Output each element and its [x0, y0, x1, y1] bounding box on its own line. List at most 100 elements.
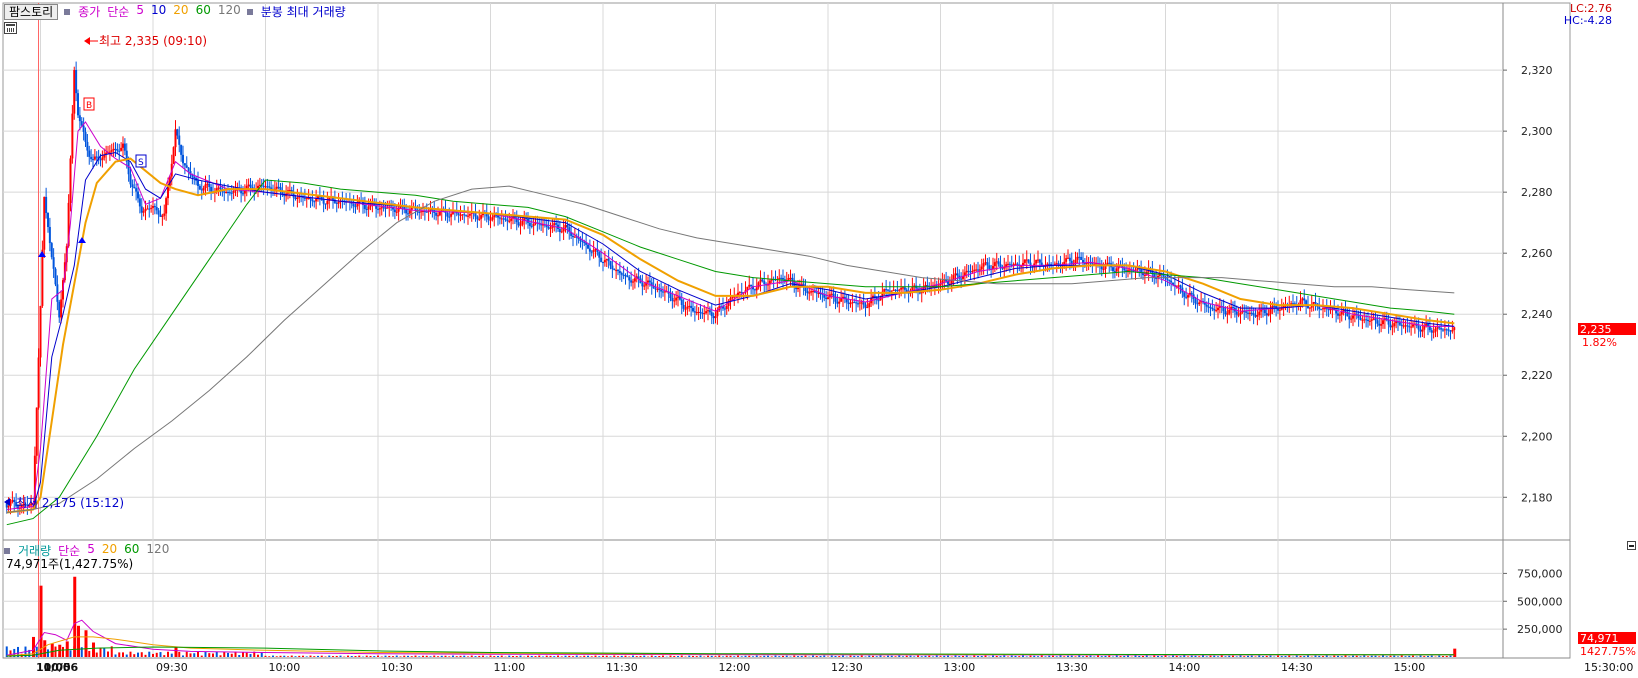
price-chart[interactable]: 2,180 2,200 2,220 2,240 2,260 2,280 2,300 2,320…	[0, 0, 1638, 678]
volume-bar	[984, 655, 987, 657]
volume-bar	[872, 655, 874, 657]
volume-bar	[973, 655, 976, 657]
candle-body	[1248, 312, 1251, 314]
candle-body	[354, 206, 357, 208]
candle-body	[1037, 259, 1039, 261]
volume-bar	[519, 655, 522, 657]
x-tick-label: 11:30	[606, 661, 638, 674]
volume-setting-label[interactable]: 분봉 최대 거래량	[261, 3, 346, 20]
price-legend-item-4[interactable]: 20	[173, 3, 188, 20]
volume-bar	[864, 656, 867, 657]
volume-bar	[1059, 655, 1062, 657]
candle-body	[425, 211, 428, 213]
volume-bar	[347, 655, 349, 657]
candle-body	[1269, 309, 1272, 314]
candle-body	[547, 226, 550, 229]
candle-body	[825, 297, 828, 300]
volume-bar	[699, 655, 702, 657]
volume-bar	[1442, 656, 1444, 657]
candle-body	[1404, 325, 1407, 327]
volume-bar	[842, 655, 844, 657]
candle-body	[506, 219, 509, 222]
volume-bar-spike	[84, 630, 88, 657]
volume-bar	[99, 647, 102, 657]
x-tick-label: 11:00	[494, 661, 526, 674]
candle-body	[761, 279, 764, 281]
volume-bar	[999, 656, 1002, 657]
candle-body	[80, 121, 83, 126]
calendar-icon[interactable]	[4, 22, 17, 34]
minimize-panel-button[interactable]	[1627, 541, 1636, 550]
volume-bar	[1202, 655, 1204, 657]
volume-bar	[1228, 655, 1231, 657]
volume-bar	[635, 656, 638, 657]
volume-bar	[200, 655, 203, 657]
candle-body	[1406, 325, 1409, 327]
candle-body	[487, 216, 490, 220]
volume-bar	[459, 655, 462, 657]
stock-name-button[interactable]: 팜스토리	[4, 3, 59, 20]
candle-body	[178, 135, 181, 145]
current-volume-tag: 74,971 1427.75%	[1578, 632, 1636, 658]
volume-bar	[129, 651, 132, 657]
candle-body	[1239, 312, 1242, 315]
current-price-label: 2,235	[1580, 323, 1612, 336]
volume-bar	[838, 656, 841, 657]
candle-body	[1427, 323, 1429, 326]
volume-bar	[489, 655, 492, 657]
volume-bar	[1175, 655, 1178, 657]
candle-body	[583, 242, 586, 244]
volume-bar	[1445, 656, 1448, 657]
price-legend-item-2[interactable]: 5	[136, 3, 144, 20]
annotations: 최고 2,335 (09:10) 최저 2,175 (15:12) B S	[4, 34, 207, 510]
candle-body	[1367, 319, 1369, 322]
candle-body	[1005, 264, 1008, 267]
volume-bar	[1314, 655, 1317, 657]
price-legend-item-5[interactable]: 60	[196, 3, 211, 20]
candle-body	[1318, 306, 1321, 310]
candle-body	[723, 308, 726, 310]
candle-body	[1438, 327, 1441, 329]
price-legend-item-3[interactable]: 10	[151, 3, 166, 20]
candle-body	[1380, 324, 1383, 326]
price-ma-legend[interactable]: 종가 단순 5 10 20 60 120	[78, 3, 241, 20]
candle-body	[630, 280, 633, 283]
volume-bar	[617, 656, 619, 657]
volume-bar	[1427, 655, 1429, 657]
candle-body	[847, 302, 850, 304]
volume-legend-item-5[interactable]: 120	[146, 542, 169, 559]
candle-body	[446, 212, 449, 217]
volume-bar	[268, 656, 271, 657]
candle-body	[868, 303, 871, 308]
candle-body	[459, 214, 462, 216]
volume-bar	[639, 655, 642, 657]
volume-bar	[568, 655, 571, 657]
candle-body	[997, 261, 1000, 265]
volume-bar-spike	[39, 585, 43, 657]
volume-bar	[418, 656, 421, 657]
volume-bar	[770, 656, 773, 657]
volume-bar	[1322, 656, 1324, 657]
candle-body	[1055, 263, 1058, 265]
volume-bar	[463, 655, 466, 657]
volume-bar	[1108, 655, 1111, 657]
ma-line-10	[6, 151, 1455, 513]
price-legend-item-6[interactable]: 120	[218, 3, 241, 20]
price-legend-item-0[interactable]: 종가	[78, 3, 100, 20]
candle-body	[35, 407, 38, 456]
volume-bar	[737, 655, 739, 657]
candle-body	[1115, 268, 1118, 272]
candle-body	[193, 176, 196, 179]
volume-bar	[1063, 656, 1066, 657]
volume-bar	[718, 655, 721, 657]
volume-bar	[992, 655, 994, 657]
candle-body	[1012, 264, 1015, 266]
candle-body	[1025, 259, 1028, 261]
volume-bar	[1217, 656, 1219, 657]
volume-bar	[1093, 656, 1096, 657]
price-legend-item-1[interactable]: 단순	[107, 3, 129, 20]
candle-body	[1224, 311, 1227, 315]
candle-body	[806, 291, 809, 294]
candle-body	[1327, 309, 1330, 311]
candle-body	[641, 283, 644, 287]
